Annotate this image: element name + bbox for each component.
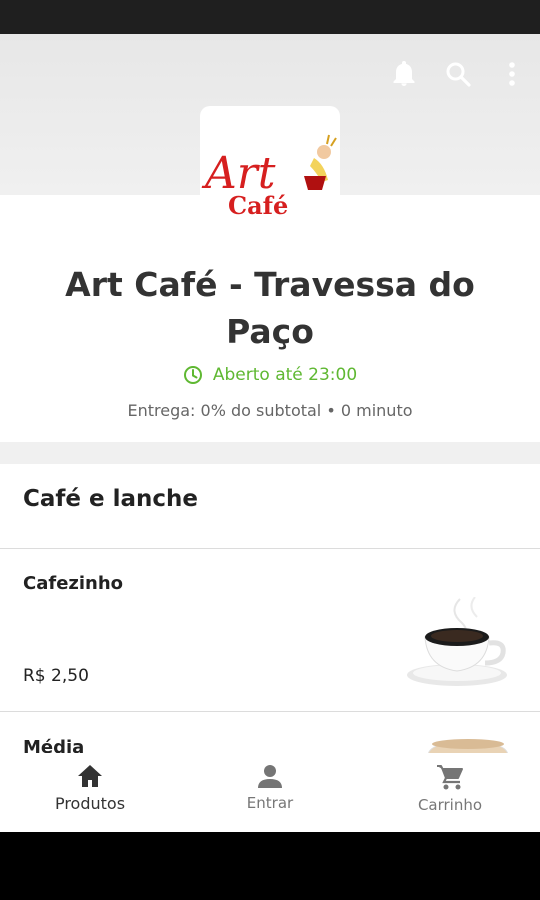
clock-icon <box>183 366 202 384</box>
header-actions <box>384 54 540 94</box>
app-screen: Art Café Art Café - Travessa do Paço Abe… <box>0 34 540 832</box>
section-divider <box>0 442 540 464</box>
logo-text-cafe: Café <box>228 191 288 220</box>
open-status: Aberto até 23:00 <box>0 365 540 385</box>
more-vert-icon <box>509 62 515 86</box>
search-icon <box>446 62 471 87</box>
person-icon <box>258 765 282 788</box>
home-icon <box>78 765 102 787</box>
system-nav-bar <box>0 832 540 900</box>
product-price: R$ 2,50 <box>23 666 89 686</box>
bell-icon <box>393 61 415 86</box>
search-button[interactable] <box>438 54 478 94</box>
coffee-cup-image <box>407 597 507 686</box>
more-options-button[interactable] <box>492 54 532 94</box>
bottom-navigation: Produtos Entrar Carrinho <box>0 753 540 832</box>
nav-label: Carrinho <box>417 796 483 814</box>
cart-icon <box>437 765 463 790</box>
nav-label: Produtos <box>54 794 126 813</box>
open-status-text: Aberto até 23:00 <box>212 365 358 385</box>
nav-item-carrinho[interactable]: Carrinho <box>360 753 540 832</box>
product-name: Cafezinho <box>23 573 124 594</box>
nav-item-entrar[interactable]: Entrar <box>180 753 360 832</box>
notifications-button[interactable] <box>384 54 424 94</box>
store-logo: Art Café <box>200 106 340 230</box>
status-bar <box>0 0 540 34</box>
nav-label: Entrar <box>246 794 294 812</box>
category-title: Café e lanche <box>23 486 199 512</box>
logo-figure-icon <box>304 134 337 190</box>
store-title: Art Café - Travessa do Paço <box>65 265 475 351</box>
product-item-cafezinho[interactable]: Cafezinho R$ 2,50 <box>0 549 540 711</box>
nav-item-produtos[interactable]: Produtos <box>0 753 180 832</box>
delivery-info: Entrega: 0% do subtotal • 0 minuto <box>127 401 413 420</box>
